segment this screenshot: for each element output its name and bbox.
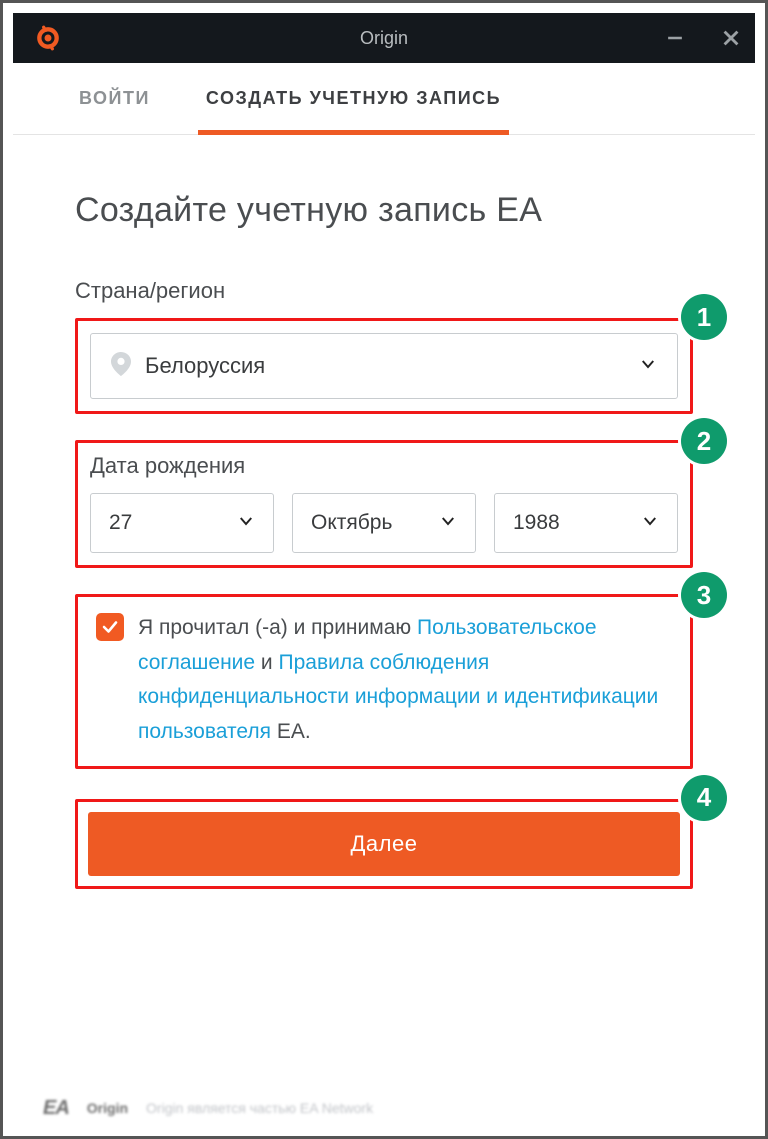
auth-tabs: ВОЙТИ СОЗДАТЬ УЧЕТНУЮ ЗАПИСЬ bbox=[13, 63, 755, 135]
chevron-down-icon bbox=[237, 512, 255, 535]
annotation-badge-4: 4 bbox=[681, 775, 727, 821]
origin-logo-icon bbox=[35, 25, 61, 51]
dob-day-value: 27 bbox=[109, 511, 237, 535]
chevron-down-icon bbox=[641, 512, 659, 535]
dob-year-value: 1988 bbox=[513, 511, 641, 535]
check-icon bbox=[101, 618, 119, 636]
terms-text-2: и bbox=[255, 651, 278, 674]
annotation-badge-1: 1 bbox=[681, 294, 727, 340]
minimize-button[interactable] bbox=[665, 28, 685, 48]
tab-register[interactable]: СОЗДАТЬ УЧЕТНУЮ ЗАПИСЬ bbox=[202, 63, 505, 134]
terms-text-3: EA. bbox=[271, 720, 311, 743]
chevron-down-icon bbox=[439, 512, 457, 535]
annotation-badge-3: 3 bbox=[681, 572, 727, 618]
country-select[interactable]: Белоруссия bbox=[90, 333, 678, 399]
chevron-down-icon bbox=[639, 355, 657, 378]
annotation-badge-2: 2 bbox=[681, 418, 727, 464]
annotation-box-4: Далее bbox=[75, 799, 693, 889]
ea-logo-text: EA bbox=[43, 1097, 69, 1120]
content-area: Создайте учетную запись EA Страна/регион… bbox=[13, 135, 755, 889]
tab-login[interactable]: ВОЙТИ bbox=[75, 63, 154, 134]
dob-year-select[interactable]: 1988 bbox=[494, 493, 678, 553]
terms-text-1: Я прочитал (-а) и принимаю bbox=[138, 616, 417, 639]
next-button[interactable]: Далее bbox=[88, 812, 680, 876]
dob-day-select[interactable]: 27 bbox=[90, 493, 274, 553]
annotation-box-1: Белоруссия bbox=[75, 318, 693, 414]
footer: EA Origin Origin является частью EA Netw… bbox=[13, 1090, 755, 1126]
annotation-box-3: Я прочитал (-а) и принимаю Пользовательс… bbox=[75, 594, 693, 769]
origin-logo-text: Origin bbox=[87, 1100, 128, 1116]
window-title: Origin bbox=[13, 28, 755, 49]
country-value: Белоруссия bbox=[145, 353, 639, 379]
outer-frame: Origin ВОЙТИ СОЗДАТЬ УЧЕТНУЮ ЗАПИСЬ Созд… bbox=[0, 0, 768, 1139]
app-window: Origin ВОЙТИ СОЗДАТЬ УЧЕТНУЮ ЗАПИСЬ Созд… bbox=[13, 13, 755, 1126]
window-controls bbox=[665, 13, 741, 63]
terms-checkbox[interactable] bbox=[96, 613, 124, 641]
dob-month-select[interactable]: Октябрь bbox=[292, 493, 476, 553]
dob-row: 27 Октябрь 1988 bbox=[90, 493, 678, 553]
titlebar: Origin bbox=[13, 13, 755, 63]
page-title: Создайте учетную запись EA bbox=[75, 191, 693, 230]
country-label: Страна/регион bbox=[75, 278, 693, 304]
annotation-box-2: Дата рождения 27 Октябрь 1988 bbox=[75, 440, 693, 568]
dob-month-value: Октябрь bbox=[311, 511, 439, 535]
footer-text: Origin является частью EA Network bbox=[146, 1100, 373, 1116]
dob-label: Дата рождения bbox=[90, 453, 678, 479]
close-button[interactable] bbox=[721, 28, 741, 48]
location-pin-icon bbox=[111, 352, 131, 381]
terms-text: Я прочитал (-а) и принимаю Пользовательс… bbox=[138, 611, 672, 750]
terms-row: Я прочитал (-а) и принимаю Пользовательс… bbox=[90, 609, 678, 754]
